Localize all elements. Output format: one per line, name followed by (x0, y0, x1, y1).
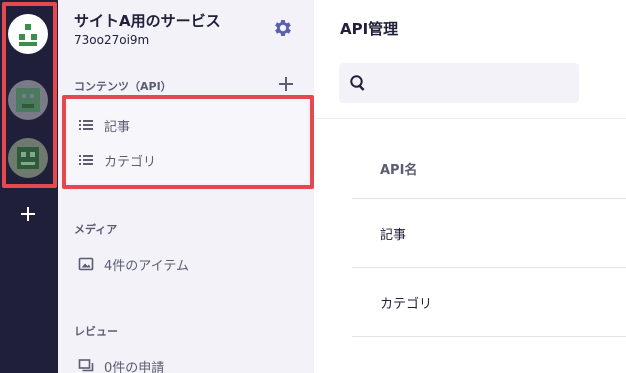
plus-icon (21, 207, 35, 221)
pixel-avatar-icon (8, 14, 48, 54)
service-title: サイトA用のサービス (74, 12, 221, 30)
review-icon (78, 359, 94, 372)
service-sidebar: サイトA用のサービス 73oo27oi9m コンテンツ（API） 記事 カテゴリ… (58, 0, 314, 373)
page-title: API管理 (340, 20, 399, 38)
divider (314, 118, 626, 119)
sidebar-item-category[interactable]: カテゴリ (78, 149, 156, 171)
search-icon (350, 75, 365, 91)
sidebar-item-label: カテゴリ (104, 154, 157, 170)
main-panel: API管理 API名 記事 カテゴリ (314, 0, 626, 373)
add-api-button[interactable] (276, 74, 296, 94)
content-section-label: コンテンツ（API） (74, 80, 172, 93)
media-section-label: メディア (74, 223, 118, 236)
table-row[interactable]: カテゴリ (352, 268, 626, 337)
service-a-avatar[interactable] (8, 14, 48, 54)
search-input[interactable] (339, 63, 579, 103)
sidebar-item-label: 4件のアイテム (104, 258, 189, 274)
table-header-api-name: API名 (352, 138, 626, 199)
service-rail (0, 0, 58, 373)
service-id: 73oo27oi9m (74, 33, 150, 47)
table-row[interactable]: 記事 (352, 199, 626, 268)
service-c-avatar[interactable] (8, 138, 48, 178)
sidebar-item-article[interactable]: 記事 (78, 114, 130, 136)
list-icon (79, 120, 93, 130)
image-icon (78, 257, 94, 271)
sidebar-item-media[interactable]: 4件のアイテム (78, 253, 189, 275)
review-section-label: レビュー (74, 325, 118, 338)
add-service-button[interactable] (18, 204, 38, 224)
pixel-avatar-icon (8, 138, 48, 178)
plus-icon (279, 77, 293, 91)
pixel-avatar-icon (8, 80, 48, 120)
sidebar-item-review[interactable]: 0件の申請 (78, 355, 164, 373)
gear-icon (275, 20, 291, 36)
service-settings-button[interactable] (272, 17, 294, 39)
service-b-avatar[interactable] (8, 80, 48, 120)
list-icon (79, 155, 93, 165)
sidebar-item-label: 記事 (104, 119, 131, 135)
sidebar-item-label: 0件の申請 (104, 360, 165, 373)
api-table: API名 記事 カテゴリ (352, 138, 626, 337)
